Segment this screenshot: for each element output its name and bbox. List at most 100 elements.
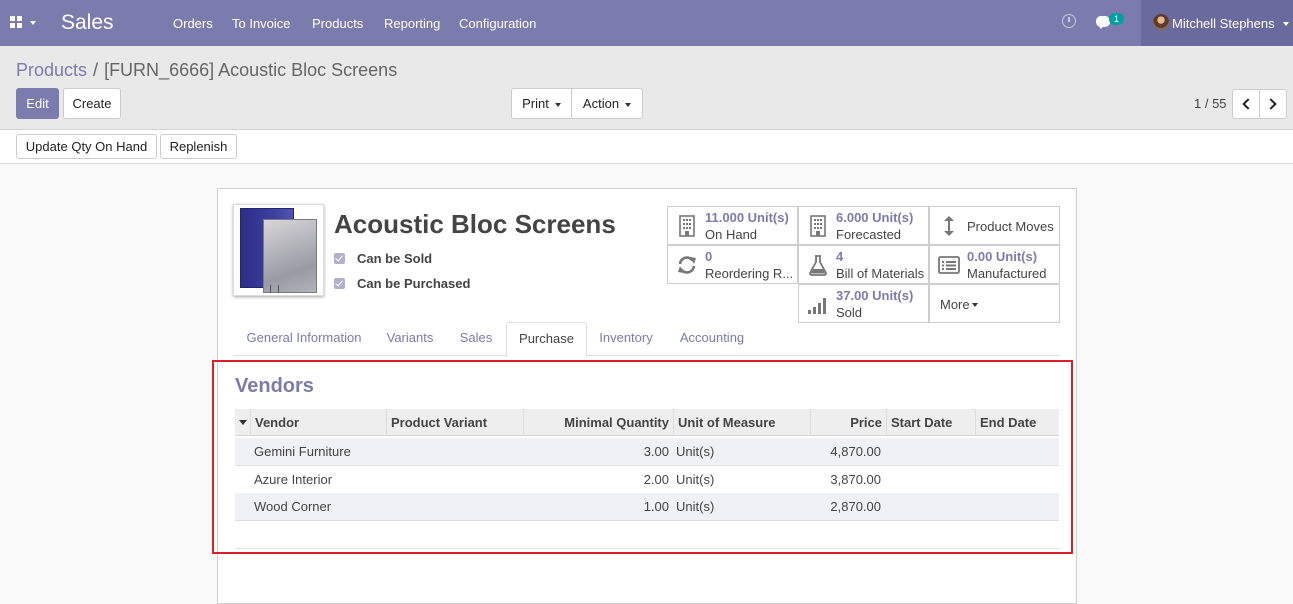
col-minimal-quantity[interactable]: Minimal Quantity (523, 409, 673, 436)
more-dropdown[interactable]: More (929, 284, 1060, 323)
col-end-date[interactable]: End Date (975, 409, 1059, 436)
tab-variants[interactable]: Variants (374, 322, 446, 356)
col-unit-of-measure[interactable]: Unit of Measure (673, 409, 810, 436)
user-menu[interactable]: Mitchell Stephens (1141, 0, 1293, 46)
manufactured-label: Manufactured (967, 266, 1047, 281)
chat-icon[interactable] (1096, 16, 1110, 29)
caret-down-icon (625, 102, 632, 107)
on-hand-label: On Hand (705, 227, 758, 242)
menu-orders[interactable]: Orders (173, 16, 213, 31)
edit-button[interactable]: Edit (16, 88, 59, 119)
list-alt-icon (938, 256, 960, 274)
action-dropdown[interactable]: Action (571, 88, 643, 119)
table-footer-divider (235, 548, 1059, 549)
table-row[interactable]: Azure Interior 2.00 Unit(s) 3,870.00 (235, 466, 1059, 494)
action-label: Action (582, 96, 620, 111)
price-cell: 3,870.00 (830, 472, 881, 487)
tab-purchase[interactable]: Purchase (506, 322, 587, 357)
print-label: Print (522, 96, 549, 111)
replenish-button[interactable]: Replenish (160, 134, 237, 159)
col-vendor[interactable]: Vendor (250, 409, 387, 436)
product-name[interactable]: Acoustic Bloc Screens (334, 209, 616, 240)
forecasted-label: Forecasted (836, 227, 902, 242)
building-icon (810, 215, 826, 237)
table-row[interactable]: Wood Corner 1.00 Unit(s) 2,870.00 (235, 493, 1059, 521)
reordering-rules-button[interactable]: 0 Reordering R... (667, 245, 798, 284)
manufactured-value: 0.00 Unit(s) (967, 249, 1038, 264)
bom-value: 4 (836, 249, 844, 264)
uom-cell: Unit(s) (676, 499, 715, 514)
create-button[interactable]: Create (63, 88, 121, 119)
refresh-icon (678, 256, 696, 274)
more-label: More (940, 297, 970, 312)
can-be-purchased-label: Can be Purchased (357, 276, 471, 291)
price-cell: 2,870.00 (830, 499, 881, 514)
breadcrumb-products-link[interactable]: Products (16, 60, 87, 80)
vendor-cell: Gemini Furniture (254, 444, 351, 459)
chevron-left-icon (1242, 98, 1254, 110)
menu-configuration[interactable]: Configuration (459, 16, 536, 31)
manufactured-button[interactable]: 0.00 Unit(s) Manufactured (929, 245, 1060, 284)
product-moves-button[interactable]: Product Moves (929, 206, 1060, 245)
activity-clock-icon[interactable] (1062, 14, 1076, 28)
building-icon (679, 215, 695, 237)
min-qty-cell: 2.00 (643, 472, 669, 487)
pager-value[interactable]: 1 / 55 (1194, 96, 1227, 111)
tab-accounting[interactable]: Accounting (665, 322, 759, 356)
update-qty-button[interactable]: Update Qty On Hand (16, 134, 157, 159)
user-name: Mitchell Stephens (1172, 16, 1275, 31)
on-hand-value: 11.000 Unit(s) (705, 210, 789, 225)
sort-caret-icon[interactable] (239, 420, 247, 425)
tab-inventory[interactable]: Inventory (587, 322, 665, 356)
pager-previous-button[interactable] (1232, 89, 1260, 119)
vendors-title: Vendors (235, 375, 314, 397)
menu-reporting[interactable]: Reporting (384, 16, 440, 31)
min-qty-cell: 1.00 (643, 499, 669, 514)
top-navbar: Sales Orders To Invoice Products Reporti… (0, 0, 1293, 46)
form-statusbar: Update Qty On Hand Replenish (0, 130, 1293, 164)
signal-icon (808, 298, 826, 314)
app-brand[interactable]: Sales (61, 11, 114, 35)
bom-label: Bill of Materials (836, 266, 925, 281)
chevron-right-icon (1265, 98, 1277, 110)
pager-next-button[interactable] (1259, 89, 1287, 119)
sold-button[interactable]: 37.00 Unit(s) Sold (798, 284, 929, 323)
checkbox-checked-icon[interactable] (334, 253, 345, 264)
product-image[interactable] (233, 204, 324, 296)
apps-menu-icon[interactable] (10, 16, 38, 30)
forecasted-button[interactable]: 6.000 Unit(s) Forecasted (798, 206, 929, 245)
reordering-value: 0 (705, 249, 713, 264)
flask-icon (809, 255, 827, 276)
forecasted-value: 6.000 Unit(s) (836, 210, 914, 225)
menu-to-invoice[interactable]: To Invoice (232, 16, 291, 31)
menu-products[interactable]: Products (312, 16, 363, 31)
price-cell: 4,870.00 (830, 444, 881, 459)
tab-sales[interactable]: Sales (446, 322, 506, 356)
uom-cell: Unit(s) (676, 472, 715, 487)
caret-down-icon (554, 102, 561, 107)
caret-down-icon (1283, 22, 1289, 26)
col-product-variant[interactable]: Product Variant (386, 409, 523, 436)
print-dropdown[interactable]: Print (511, 88, 572, 119)
breadcrumb-current: [FURN_6666] Acoustic Bloc Screens (104, 60, 398, 80)
chat-badge: 1 (1109, 13, 1124, 25)
col-start-date[interactable]: Start Date (886, 409, 975, 436)
table-row[interactable]: Gemini Furniture 3.00 Unit(s) 4,870.00 (235, 438, 1059, 466)
can-be-purchased-field[interactable]: Can be Purchased (334, 276, 470, 291)
can-be-sold-field[interactable]: Can be Sold (334, 251, 432, 266)
bill-of-materials-button[interactable]: 4 Bill of Materials (798, 245, 929, 284)
form-tabs: General Information Variants Sales Purch… (234, 322, 1060, 357)
can-be-sold-label: Can be Sold (357, 251, 433, 266)
min-qty-cell: 3.00 (643, 444, 669, 459)
sold-label: Sold (836, 305, 863, 320)
table-header: Vendor Product Variant Minimal Quantity … (235, 409, 1059, 436)
tab-general-information[interactable]: General Information (234, 322, 374, 356)
breadcrumb-separator: / (93, 60, 99, 80)
checkbox-checked-icon[interactable] (334, 278, 345, 289)
updown-arrow-icon (944, 216, 954, 236)
control-panel: Products / [FURN_6666] Acoustic Bloc Scree… (0, 46, 1293, 130)
on-hand-button[interactable]: 11.000 Unit(s) On Hand (667, 206, 798, 245)
col-price[interactable]: Price (810, 409, 886, 436)
vendor-cell: Azure Interior (254, 472, 333, 487)
uom-cell: Unit(s) (676, 444, 715, 459)
